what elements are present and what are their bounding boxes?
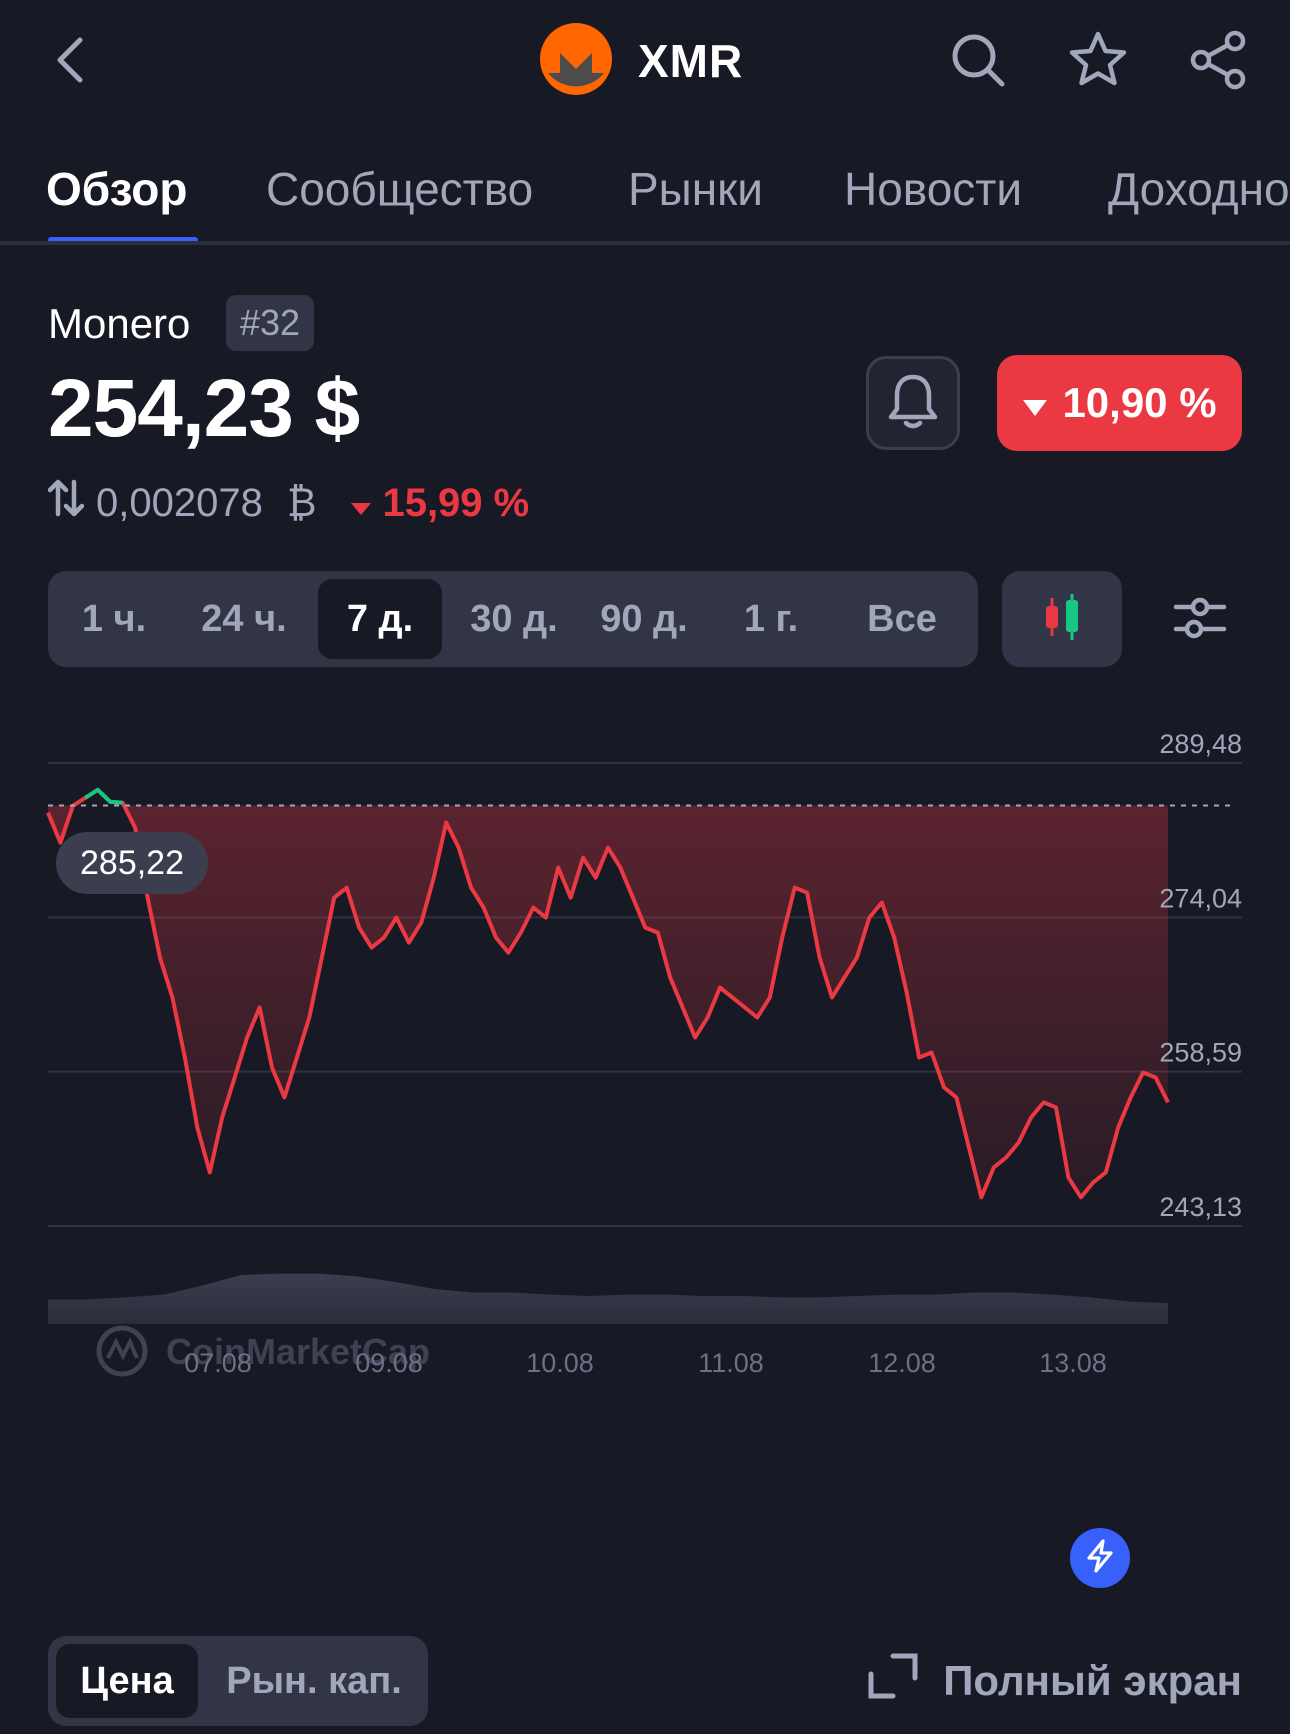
section-tabs: Обзор Сообщество Рынки Новости Доходност…: [0, 140, 1290, 245]
range-24h[interactable]: 24 ч.: [180, 579, 308, 659]
tab-overview[interactable]: Обзор: [46, 162, 188, 216]
share-icon[interactable]: [1186, 28, 1250, 92]
caret-down-icon: [1022, 379, 1048, 427]
range-1y[interactable]: 1 г.: [716, 579, 826, 659]
coin-brand: XMR: [540, 22, 744, 100]
btc-price: 0,002078: [96, 480, 263, 525]
x-tick-label: 12.08: [868, 1348, 936, 1378]
search-icon[interactable]: [946, 28, 1010, 92]
bell-icon: [885, 371, 941, 436]
coin-price: 254,23 $: [48, 363, 360, 454]
swap-arrows-icon[interactable]: [47, 478, 85, 528]
x-tick-label: 13.08: [1039, 1348, 1107, 1378]
price-line-above-open: [84, 787, 123, 805]
toggle-market-cap[interactable]: Рын. кап.: [208, 1644, 420, 1718]
y-tick-label: 274,04: [1159, 883, 1242, 913]
tab-news[interactable]: Новости: [844, 162, 1022, 216]
tab-yield[interactable]: Доходность: [1108, 162, 1290, 216]
top-bar: XMR: [0, 0, 1290, 125]
monero-logo: [540, 22, 612, 100]
price-chart[interactable]: CoinMarketCap 289,48 274,04 258,59 243,13 0…: [0, 700, 1290, 1480]
caret-down-icon: [350, 481, 372, 526]
chart-metric-toggle: Цена Рын. кап.: [48, 1636, 428, 1726]
x-tick-label: 10.08: [526, 1348, 594, 1378]
tab-community[interactable]: Сообщество: [266, 162, 533, 216]
range-30d[interactable]: 30 д.: [452, 579, 576, 659]
y-tick-label: 289,48: [1159, 729, 1242, 759]
top-actions: [946, 28, 1250, 92]
x-tick-label: 09.08: [355, 1348, 423, 1378]
btc-price-row: 0,002078 ₿ 15,99 %: [47, 478, 529, 528]
time-range-selector: 1 ч. 24 ч. 7 д. 30 д. 90 д. 1 г. Все: [48, 571, 978, 667]
y-tick-label: 258,59: [1159, 1038, 1242, 1068]
btc-change-value: 15,99 %: [382, 480, 530, 525]
active-tab-indicator: [48, 237, 198, 241]
coin-ticker: XMR: [638, 35, 744, 87]
tab-markets[interactable]: Рынки: [628, 162, 763, 216]
range-1h[interactable]: 1 ч.: [58, 579, 170, 659]
fullscreen-label: Полный экран: [943, 1657, 1242, 1704]
btc-symbol: ₿: [286, 480, 317, 525]
price-change-badge: 10,90 %: [997, 355, 1242, 451]
toggle-price[interactable]: Цена: [56, 1644, 198, 1718]
chevron-left-icon[interactable]: [40, 30, 100, 90]
range-7d[interactable]: 7 д.: [318, 579, 442, 659]
x-tick-label: 07.08: [184, 1348, 252, 1378]
range-all[interactable]: Все: [836, 579, 968, 659]
y-tick-label: 243,13: [1159, 1192, 1242, 1222]
star-icon[interactable]: [1066, 28, 1130, 92]
lightning-button[interactable]: [1070, 1528, 1130, 1588]
price-change-value: 10,90 %: [1062, 379, 1217, 426]
volume-area: [48, 1273, 1168, 1324]
price-alert-button[interactable]: [866, 356, 960, 450]
price-chart-svg: CoinMarketCap 289,48274,04258,59243,13 0…: [46, 729, 1242, 1378]
rank-badge: #32: [226, 295, 315, 351]
chart-settings-button[interactable]: [1160, 580, 1240, 660]
btc-change: 15,99 %: [350, 481, 529, 526]
fullscreen-button[interactable]: Полный экран: [867, 1650, 1242, 1712]
sliders-icon: [1172, 593, 1228, 648]
coin-detail-screen: XMR Обзор Сообщество Рынки Новости Доход…: [0, 0, 1290, 1734]
lightning-icon: [1082, 1538, 1118, 1579]
open-price-tag: 285,22: [56, 832, 208, 894]
expand-icon: [867, 1650, 919, 1712]
x-tick-label: 11.08: [698, 1348, 764, 1378]
coin-name: Monero: [48, 300, 191, 347]
candlestick-icon: [1040, 592, 1084, 647]
candlestick-toggle-button[interactable]: [1002, 571, 1122, 667]
range-90d[interactable]: 90 д.: [582, 579, 706, 659]
